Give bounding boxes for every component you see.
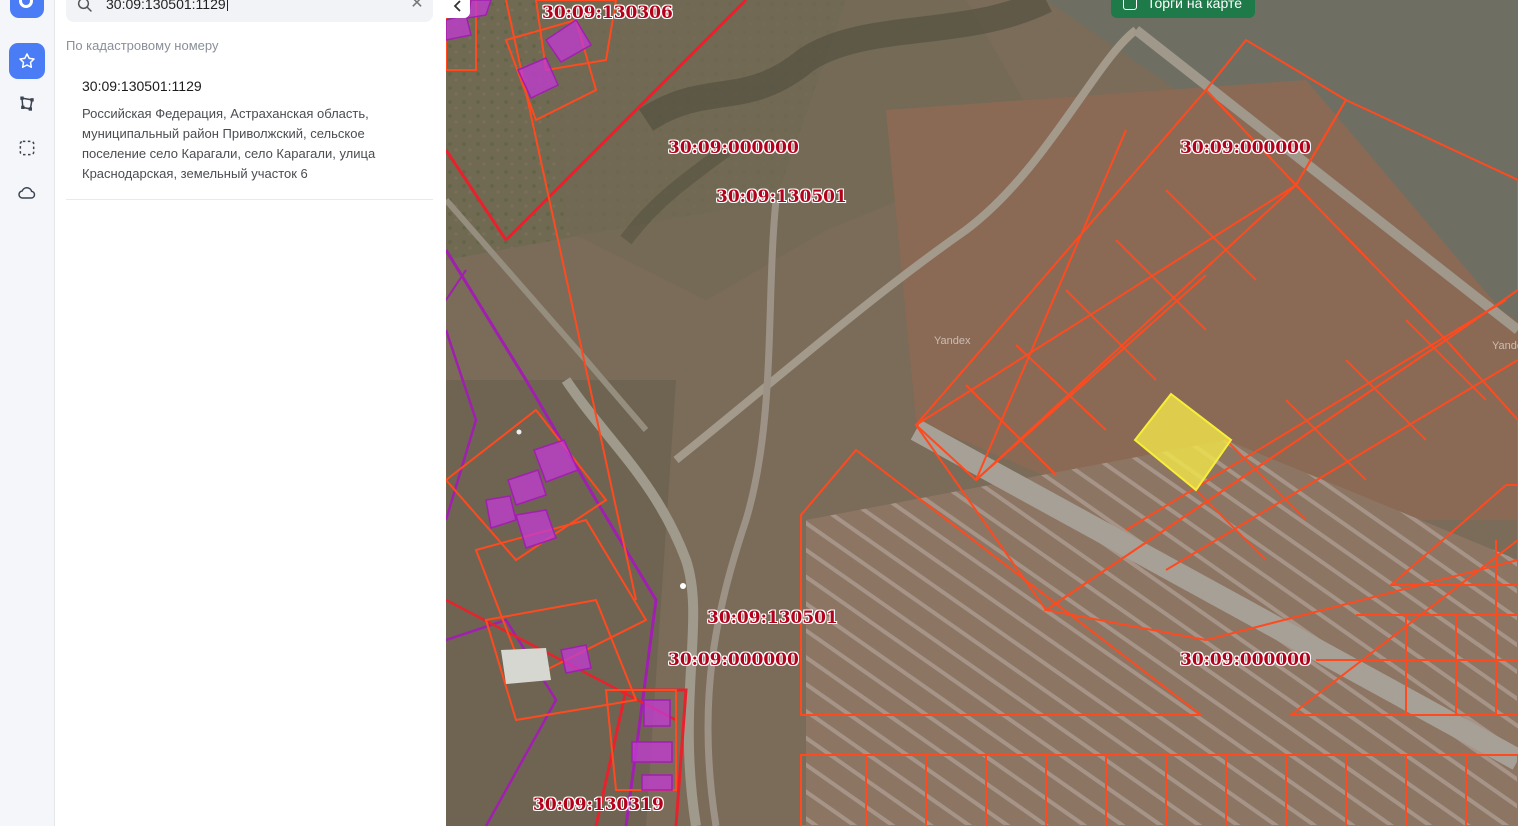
select-area-button[interactable] bbox=[9, 130, 45, 166]
cadastral-label-000000[interactable]: 30:09:000000 bbox=[668, 650, 799, 670]
selection-icon bbox=[19, 140, 35, 156]
draw-polygon-button[interactable] bbox=[9, 86, 45, 122]
map-watermark: Yandex bbox=[1492, 340, 1518, 352]
map-watermark: Yandex bbox=[934, 335, 971, 347]
search-icon bbox=[77, 0, 92, 12]
cadastral-label-000000[interactable]: 30:09:000000 bbox=[668, 138, 799, 158]
search-result-item[interactable]: 30:09:130501:1129 Российская Федерация, … bbox=[66, 64, 433, 200]
cloud-button[interactable] bbox=[9, 175, 45, 211]
search-input[interactable]: 30:09:130501:1129 bbox=[106, 0, 228, 12]
cadastral-label-000000[interactable]: 30:09:000000 bbox=[1180, 650, 1311, 670]
cadastral-label-130319[interactable]: 30:09:130319 bbox=[533, 795, 664, 815]
close-icon[interactable]: ✕ bbox=[407, 0, 427, 14]
logo-icon[interactable] bbox=[10, 0, 44, 18]
search-bar[interactable]: 30:09:130501:1129 ✕ bbox=[66, 0, 433, 22]
cadastral-label-000000[interactable]: 30:09:000000 bbox=[1180, 138, 1311, 158]
polygon-edit-icon bbox=[20, 96, 34, 111]
auction-map-toggle[interactable]: Торги на карте bbox=[1111, 0, 1255, 18]
cadastral-label-130306[interactable]: 30:09:130306 bbox=[542, 3, 673, 23]
favorites-button[interactable] bbox=[9, 43, 45, 79]
star-icon bbox=[19, 53, 35, 68]
result-cadastral-number: 30:09:130501:1129 bbox=[82, 78, 202, 94]
checkbox-icon[interactable] bbox=[1123, 0, 1137, 10]
map-view[interactable]: 30:09:130306 30:09:000000 30:09:000000 3… bbox=[446, 0, 1518, 826]
collapse-panel-button[interactable] bbox=[446, 0, 470, 18]
cloud-icon bbox=[18, 187, 36, 199]
search-panel: 30:09:130501:1129 ✕ По кадастровому номе… bbox=[55, 0, 446, 826]
satellite-imagery bbox=[446, 0, 1518, 826]
chevron-left-icon bbox=[453, 0, 461, 12]
icon-rail bbox=[0, 0, 55, 826]
cadastral-label-130501[interactable]: 30:09:130501 bbox=[716, 187, 847, 207]
cadastral-label-130501[interactable]: 30:09:130501 bbox=[707, 608, 838, 628]
auction-toggle-label: Торги на карте bbox=[1147, 0, 1242, 11]
results-section-label: По кадастровому номеру bbox=[66, 38, 219, 53]
result-address: Российская Федерация, Астраханская облас… bbox=[82, 106, 376, 181]
